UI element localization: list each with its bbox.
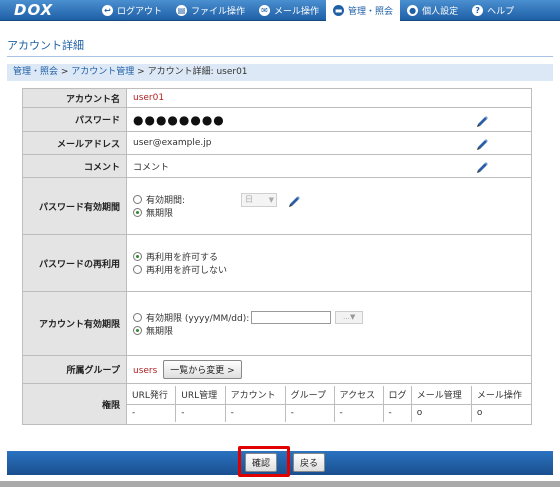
- perm-header-access: アクセス: [333, 386, 383, 405]
- edit-password-pencil-icon[interactable]: [475, 113, 489, 127]
- account-expiry-unlimited-radio[interactable]: [133, 325, 142, 335]
- calendar-dropdown-button[interactable]: …▼: [335, 310, 364, 324]
- permissions-table: URL発行 URL管理 アカウント グループ アクセス ログ メール管理 メール…: [127, 386, 531, 422]
- group-label: 所属グループ: [22, 355, 127, 384]
- title-divider: [7, 56, 553, 57]
- password-expiry-unlimited-label: 無期限: [146, 209, 174, 219]
- nav-label: 個人設定: [422, 6, 459, 17]
- breadcrumb-admin-link[interactable]: 管理・照会: [13, 67, 58, 77]
- perm-header-log: ログ: [382, 386, 412, 405]
- page-title: アカウント詳細: [7, 39, 84, 52]
- breadcrumb-separator: >: [134, 67, 148, 77]
- password-label: パスワード: [22, 107, 127, 132]
- account-expiry-label: アカウント有効期限: [22, 291, 127, 356]
- nav-help[interactable]: ? ヘルプ: [465, 0, 521, 21]
- account-expiry-unlimited-label: 無期限: [146, 326, 174, 337]
- bottom-strip: [0, 481, 560, 487]
- email-value: user@example.jp: [133, 138, 212, 148]
- perm-header-mail-operate: メール操作: [470, 386, 531, 405]
- perm-value-url-issue: -: [127, 404, 176, 422]
- password-reuse-allow-option[interactable]: 再利用を許可する: [133, 250, 530, 263]
- nav-admin[interactable]: ▬ 管理・照会: [326, 0, 401, 21]
- nav-mail-operations[interactable]: ✉ メール操作: [252, 0, 326, 21]
- account-name-value: user01: [133, 93, 165, 103]
- edit-comment-pencil-icon[interactable]: [475, 159, 489, 173]
- password-expiry-label: パスワード有効期間: [22, 177, 127, 235]
- password-expiry-period-label: 有効期間:: [146, 196, 186, 206]
- edit-email-pencil-icon[interactable]: [475, 136, 489, 150]
- help-icon: ?: [472, 4, 484, 16]
- perm-value-url-manage: -: [175, 404, 226, 422]
- password-expiry-period-radio[interactable]: [133, 195, 142, 204]
- comment-label: コメント: [22, 154, 127, 178]
- password-expiry-unit-value: 日: [245, 195, 254, 204]
- password-reuse-allow-radio[interactable]: [133, 252, 142, 261]
- nav-logout[interactable]: ↩ ログアウト: [95, 0, 169, 21]
- account-expiry-date-input[interactable]: [251, 310, 332, 324]
- account-detail-table: アカウント名 user01 パスワード ●●●●●●●● メールアドレス use…: [22, 88, 532, 425]
- password-reuse-deny-label: 再利用を許可しない: [146, 266, 228, 276]
- password-expiry-unlimited-radio[interactable]: [133, 208, 142, 217]
- perm-header-group: グループ: [284, 386, 335, 405]
- account-name-label: アカウント名: [22, 88, 127, 108]
- logout-icon: ↩: [102, 4, 113, 16]
- nav-label: ログアウト: [117, 6, 163, 17]
- back-button[interactable]: 戻る: [293, 453, 326, 472]
- nav-personal-settings[interactable]: ● 個人設定: [400, 0, 465, 21]
- nav-file-operations[interactable]: ▤ ファイル操作: [169, 0, 252, 21]
- breadcrumb-current: アカウント詳細: user01: [147, 67, 248, 77]
- person-icon: ●: [407, 4, 419, 16]
- confirm-button[interactable]: 確認: [245, 453, 278, 472]
- password-reuse-label: パスワードの再利用: [22, 234, 127, 292]
- breadcrumb-separator: >: [58, 67, 72, 77]
- app-logo: DOX: [14, 0, 54, 19]
- nav-label: ファイル操作: [191, 6, 246, 17]
- perm-value-access: -: [333, 404, 383, 422]
- account-expiry-unlimited-option[interactable]: 無期限: [133, 324, 530, 337]
- chevron-down-icon: …▼: [343, 313, 356, 321]
- password-value: ●●●●●●●●: [133, 112, 225, 127]
- permissions-label: 権限: [22, 383, 127, 425]
- password-reuse-allow-label: 再利用を許可する: [146, 253, 219, 263]
- account-expiry-date-label: 有効期限 (yyyy/MM/dd):: [146, 313, 250, 324]
- mail-icon: ✉: [259, 4, 271, 16]
- perm-header-url-issue: URL発行: [127, 386, 176, 405]
- email-label: メールアドレス: [22, 131, 127, 155]
- chevron-down-icon: ▼: [268, 195, 275, 204]
- perm-header-mail-manage: メール管理: [410, 386, 472, 405]
- perm-value-account: -: [224, 404, 286, 422]
- password-expiry-unit-select[interactable]: 日 ▼: [241, 192, 278, 207]
- password-reuse-deny-option[interactable]: 再利用を許可しない: [133, 263, 530, 276]
- password-expiry-period-option[interactable]: 有効期間: 日 ▼: [133, 192, 530, 207]
- password-expiry-unlimited-option[interactable]: 無期限: [133, 206, 530, 219]
- edit-password-expiry-pencil-icon[interactable]: [287, 193, 301, 207]
- perm-value-mail-operate: o: [470, 404, 531, 422]
- nav-label: メール操作: [274, 6, 320, 17]
- perm-value-group: -: [284, 404, 335, 422]
- perm-value-mail-manage: o: [410, 404, 472, 422]
- perm-header-account: アカウント: [224, 386, 286, 405]
- password-reuse-deny-radio[interactable]: [133, 265, 142, 274]
- top-navigation-bar: DOX ↩ ログアウト ▤ ファイル操作 ✉ メール操作 ▬ 管理・照会 ● 個…: [0, 0, 560, 21]
- breadcrumb: 管理・照会 > アカウント管理 > アカウント詳細: user01: [7, 64, 553, 81]
- perm-value-log: -: [382, 404, 412, 422]
- admin-icon: ▬: [333, 4, 345, 16]
- breadcrumb-account-management-link[interactable]: アカウント管理: [71, 67, 134, 77]
- group-value: users: [133, 366, 158, 376]
- main-nav: ↩ ログアウト ▤ ファイル操作 ✉ メール操作 ▬ 管理・照会 ● 個人設定 …: [95, 0, 521, 21]
- account-expiry-date-radio[interactable]: [133, 312, 142, 322]
- nav-label: 管理・照会: [348, 6, 394, 17]
- account-expiry-date-option[interactable]: 有効期限 (yyyy/MM/dd): …▼: [133, 310, 530, 324]
- change-group-button[interactable]: 一覧から変更 >: [163, 360, 242, 379]
- perm-header-url-manage: URL管理: [175, 386, 226, 405]
- file-icon: ▤: [176, 4, 188, 16]
- comment-value: コメント: [133, 162, 170, 173]
- nav-label: ヘルプ: [487, 6, 515, 17]
